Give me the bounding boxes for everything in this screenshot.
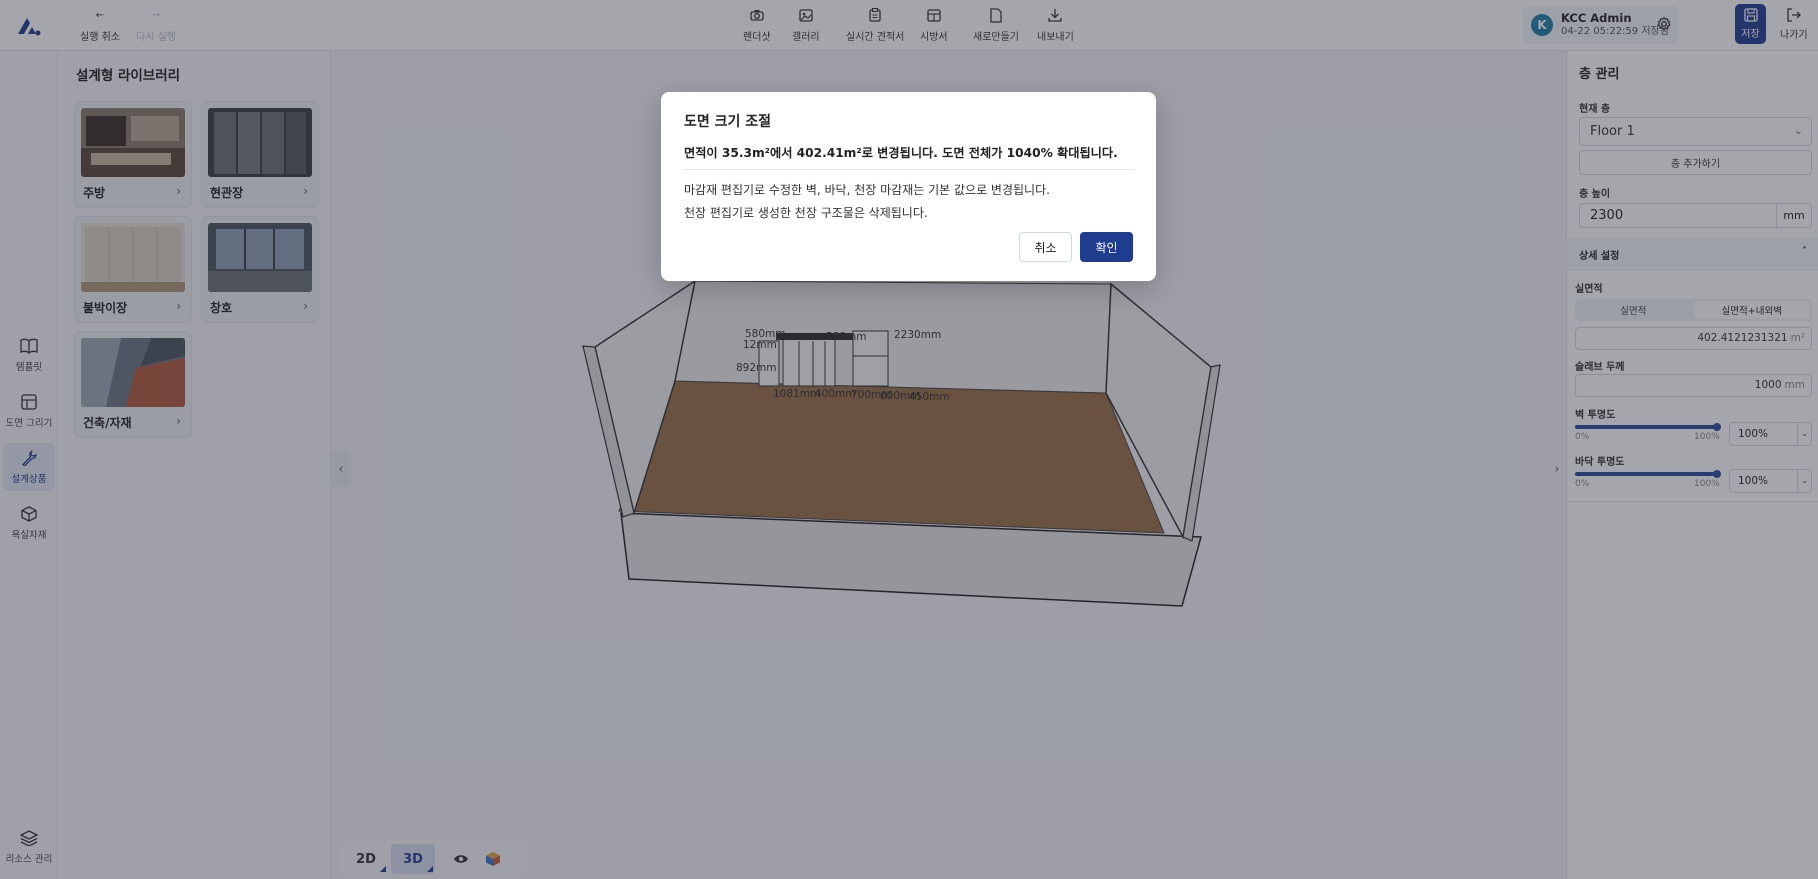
divider: [684, 169, 1135, 170]
dialog-title: 도면 크기 조절: [684, 114, 772, 130]
confirm-button[interactable]: 확인: [1080, 232, 1133, 262]
resize-plan-dialog: 도면 크기 조절 면적이 35.3m²에서 402.41m²로 변경됩니다. 도…: [661, 92, 1156, 281]
dialog-body-line: 천장 편집기로 생성한 천장 구조물은 삭제됩니다.: [684, 206, 928, 220]
dialog-body: 마감재 편집기로 수정한 벽, 바닥, 천장 마감재는 기본 값으로 변경됩니다…: [684, 179, 1050, 225]
dialog-subtitle: 면적이 35.3m²에서 402.41m²로 변경됩니다. 도면 전체가 104…: [684, 146, 1118, 160]
cancel-button[interactable]: 취소: [1019, 232, 1072, 262]
dialog-body-line: 마감재 편집기로 수정한 벽, 바닥, 천장 마감재는 기본 값으로 변경됩니다…: [684, 183, 1050, 197]
